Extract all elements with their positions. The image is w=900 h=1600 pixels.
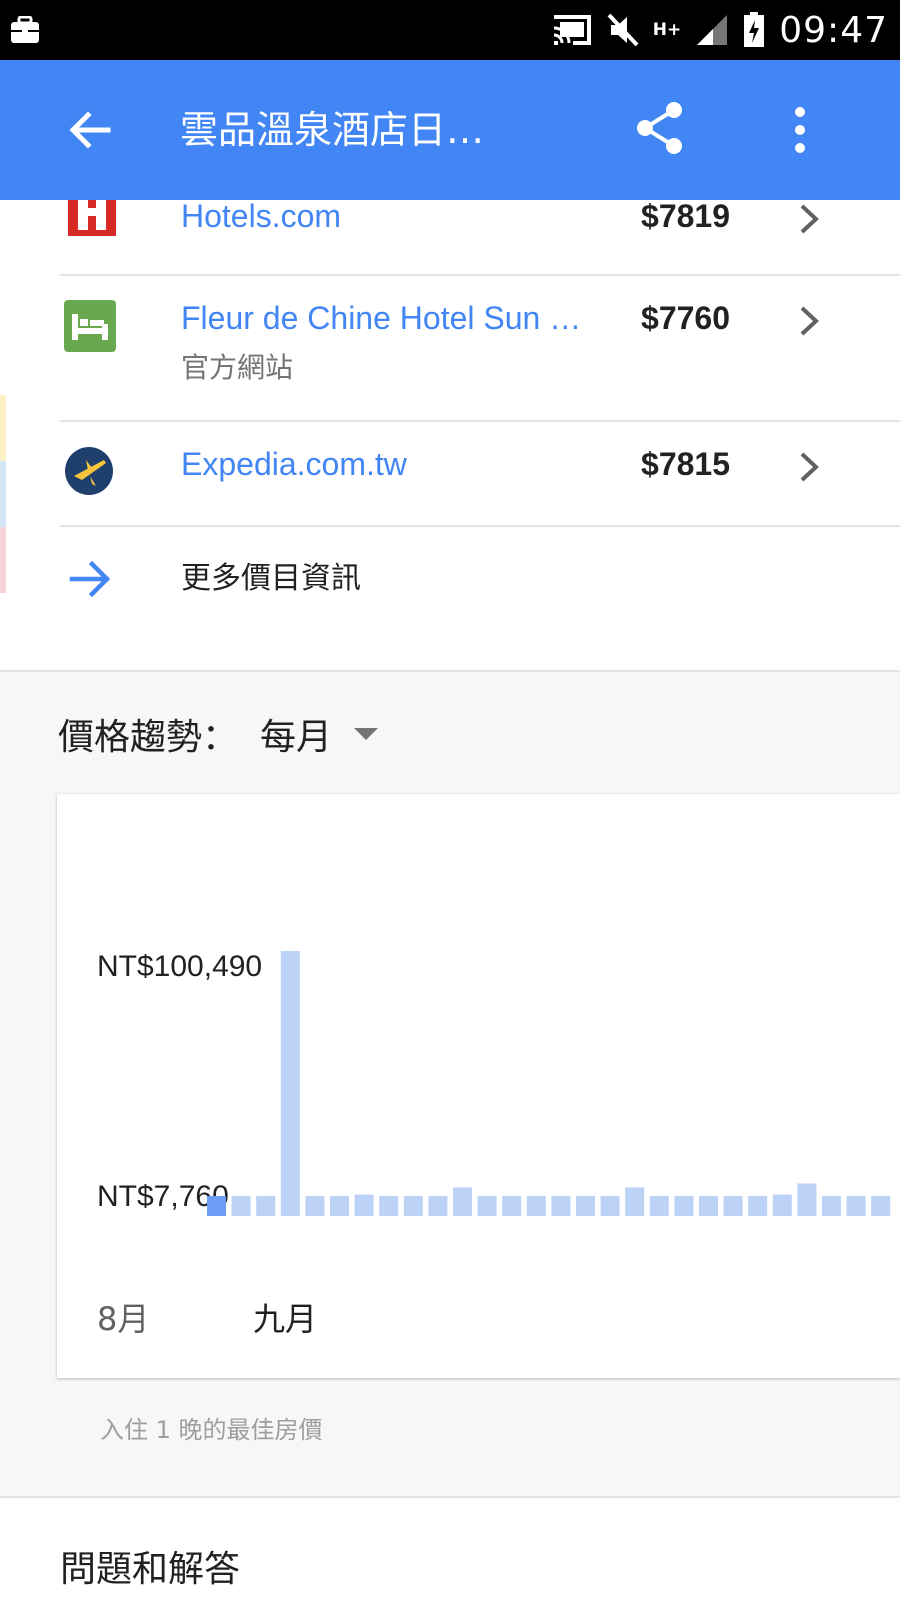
- chevron-right-icon: [800, 204, 819, 234]
- arrow-forward-icon: [69, 560, 111, 598]
- mute-icon: [607, 13, 639, 47]
- back-arrow-icon[interactable]: [68, 108, 112, 152]
- price-bar[interactable]: [280, 951, 300, 1216]
- price-bar[interactable]: [723, 1196, 743, 1216]
- price-bar[interactable]: [256, 1196, 276, 1216]
- provider-price: $7760: [641, 300, 730, 336]
- app-bar: 雲品溫泉酒店日…: [0, 60, 900, 200]
- expedia-logo: [65, 447, 113, 495]
- status-icons: H+ 09:47: [551, 8, 888, 52]
- price-bar[interactable]: [305, 1196, 325, 1216]
- price-bar[interactable]: [797, 1183, 817, 1217]
- more-prices-row[interactable]: 更多價目資訊: [0, 527, 900, 627]
- more-prices-label: 更多價目資訊: [181, 561, 361, 596]
- price-bar[interactable]: [551, 1196, 571, 1216]
- share-icon[interactable]: [634, 100, 686, 156]
- price-bar[interactable]: [453, 1187, 472, 1216]
- price-bar[interactable]: [330, 1196, 349, 1216]
- price-bar[interactable]: [379, 1196, 399, 1216]
- price-bar[interactable]: [699, 1196, 718, 1216]
- price-bar[interactable]: [428, 1196, 448, 1216]
- price-row-official[interactable]: Fleur de Chine Hotel Sun … 官方網站 $7760: [0, 276, 900, 420]
- chevron-right-icon: [800, 306, 819, 336]
- signal-icon: [697, 15, 728, 45]
- price-trend-title: 價格趨勢：: [58, 717, 239, 758]
- hotel-bed-icon: [64, 300, 116, 352]
- selected-price-bar[interactable]: [207, 1196, 226, 1216]
- price-row-hotels-com[interactable]: Hotels.com $7819: [0, 190, 900, 274]
- price-bar[interactable]: [748, 1196, 768, 1216]
- price-bar[interactable]: [772, 1194, 792, 1216]
- price-bar[interactable]: [502, 1196, 522, 1216]
- price-bar[interactable]: [649, 1196, 669, 1216]
- provider-name[interactable]: Hotels.com: [181, 198, 601, 235]
- cast-icon: [553, 15, 591, 45]
- x-axis-label-aug: 8月: [97, 1300, 150, 1338]
- price-bar[interactable]: [674, 1196, 694, 1216]
- price-row-expedia[interactable]: Expedia.com.tw $7815: [0, 422, 900, 526]
- provider-name[interactable]: Fleur de Chine Hotel Sun …: [181, 300, 601, 337]
- price-bar[interactable]: [846, 1196, 866, 1216]
- qa-section-title: 問題和解答: [60, 1549, 241, 1590]
- chart-bars: [207, 951, 891, 1217]
- price-bar[interactable]: [822, 1196, 841, 1216]
- provider-price: $7815: [641, 446, 730, 482]
- x-axis-label-sep: 九月: [253, 1300, 318, 1338]
- price-trend-section: 價格趨勢： 每月 NT$100,490 NT$7,760 8月 九月 入住 1 …: [0, 670, 900, 1498]
- price-bar[interactable]: [477, 1196, 497, 1216]
- battery-charging-icon: [744, 12, 765, 47]
- price-bar[interactable]: [231, 1196, 251, 1216]
- provider-price: $7819: [641, 198, 730, 234]
- period-dropdown[interactable]: 每月: [260, 708, 332, 760]
- status-bar: H+ 09:47: [0, 0, 900, 60]
- chevron-right-icon: [800, 452, 819, 482]
- page-title: 雲品溫泉酒店日…: [180, 108, 485, 152]
- provider-name[interactable]: Expedia.com.tw: [181, 446, 601, 483]
- provider-subtitle: 官方網站: [181, 351, 294, 384]
- price-bar[interactable]: [600, 1196, 620, 1216]
- network-type: H+: [652, 20, 682, 40]
- price-bar[interactable]: [871, 1196, 891, 1216]
- price-bar[interactable]: [403, 1196, 423, 1216]
- price-bar[interactable]: [354, 1194, 374, 1216]
- chart-footnote: 入住 1 晚的最佳房價: [100, 1416, 323, 1444]
- price-bar[interactable]: [625, 1187, 645, 1216]
- dropdown-caret-icon[interactable]: [352, 726, 380, 742]
- divider: [0, 1496, 900, 1498]
- price-trend-chart: NT$100,490 NT$7,760 8月 九月: [57, 794, 900, 1378]
- briefcase-icon: [11, 16, 39, 43]
- price-bar[interactable]: [576, 1196, 595, 1216]
- price-bar[interactable]: [526, 1196, 546, 1216]
- more-vert-icon[interactable]: [782, 104, 818, 156]
- clock: 09:47: [779, 9, 888, 51]
